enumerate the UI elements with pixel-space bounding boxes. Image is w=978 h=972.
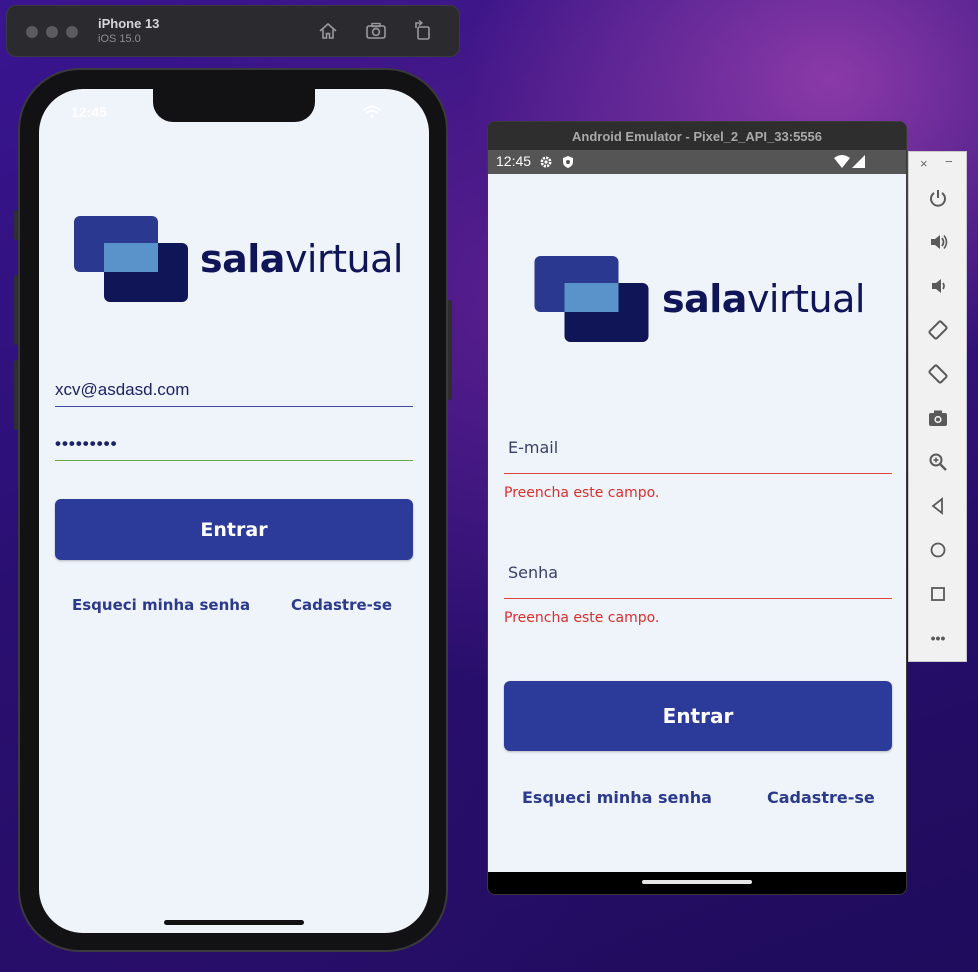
panel-close-button[interactable]: × <box>920 156 928 171</box>
simulator-toolbar: iPhone 13 iOS 15.0 <box>6 5 460 57</box>
home-icon[interactable] <box>317 20 339 42</box>
login-button[interactable]: Entrar <box>55 499 413 560</box>
zoom-window-button[interactable] <box>66 26 78 38</box>
login-button[interactable]: Entrar <box>504 681 892 751</box>
close-window-button[interactable] <box>26 26 38 38</box>
password-error-text: Preencha este campo. <box>504 610 660 626</box>
android-screen: salavirtual E-mail Preencha este campo. … <box>488 174 906 872</box>
emulator-title: Android Emulator - Pixel_2_API_33:5556 <box>488 122 906 150</box>
home-indicator[interactable] <box>164 920 304 925</box>
email-field[interactable]: E-mail <box>508 438 558 457</box>
signal-icon <box>852 155 865 168</box>
power-side-button <box>448 300 452 400</box>
wifi-icon <box>363 105 381 119</box>
logo-text-light: virtual <box>746 277 866 321</box>
simulator-device-name: iPhone 13 <box>98 16 160 31</box>
email-field[interactable]: xcv@asdasd.com <box>55 380 413 407</box>
overview-icon[interactable] <box>926 582 950 606</box>
password-field[interactable]: Senha <box>508 563 558 582</box>
logo-text-light: virtual <box>284 237 404 281</box>
emulator-control-panel: × − ••• <box>908 151 967 662</box>
minimize-window-button[interactable] <box>46 26 58 38</box>
volume-down-side-button <box>14 360 18 430</box>
gesture-handle[interactable] <box>642 880 752 884</box>
android-wifi-icon <box>834 155 850 168</box>
sala-virtual-logo-icon <box>74 216 188 302</box>
logo-text-bold: sala <box>662 277 747 321</box>
ios-logo: salavirtual <box>74 216 403 302</box>
password-field[interactable]: ••••••••• <box>55 434 413 461</box>
zoom-icon[interactable] <box>926 450 950 474</box>
power-icon[interactable] <box>926 186 950 210</box>
android-status-time: 12:45 <box>496 153 532 169</box>
home-icon[interactable] <box>926 538 950 562</box>
forgot-password-link[interactable]: Esqueci minha senha <box>72 596 250 614</box>
volume-up-side-button <box>14 275 18 345</box>
signup-link[interactable]: Cadastre-se <box>767 788 875 807</box>
android-emulator-window: Android Emulator - Pixel_2_API_33:5556 1… <box>487 121 907 895</box>
rotate-left-icon[interactable] <box>926 318 950 342</box>
email-error-text: Preencha este campo. <box>504 485 660 501</box>
rotate-icon[interactable] <box>412 20 434 42</box>
logo-text: salavirtual <box>200 237 403 281</box>
settings-icon <box>540 156 552 168</box>
screenshot-icon[interactable] <box>365 20 387 42</box>
volume-down-icon[interactable] <box>926 274 950 298</box>
android-logo: salavirtual <box>534 256 865 342</box>
sala-virtual-logo-icon <box>534 256 649 342</box>
password-field-underline <box>504 598 892 599</box>
logo-text: salavirtual <box>662 277 865 321</box>
more-icon[interactable]: ••• <box>926 626 950 650</box>
forgot-password-link[interactable]: Esqueci minha senha <box>522 788 712 807</box>
iphone-frame: 12:45 salavirtual xcv@asdasd.com •••••••… <box>14 68 452 952</box>
volume-up-icon[interactable] <box>926 230 950 254</box>
signup-link[interactable]: Cadastre-se <box>291 596 392 614</box>
rotate-right-icon[interactable] <box>926 362 950 386</box>
email-field-underline <box>504 473 892 474</box>
camera-icon[interactable] <box>926 406 950 430</box>
android-nav-bar <box>488 872 906 894</box>
logo-text-bold: sala <box>200 237 285 281</box>
ios-status-time: 12:45 <box>71 104 107 120</box>
silent-switch <box>14 210 18 240</box>
panel-minimize-button[interactable]: − <box>945 154 953 169</box>
notch <box>153 89 315 122</box>
simulator-os-version: iOS 15.0 <box>98 33 141 45</box>
back-icon[interactable] <box>926 494 950 518</box>
shield-icon <box>563 156 573 168</box>
ios-screen: 12:45 salavirtual xcv@asdasd.com •••••••… <box>39 89 429 933</box>
android-status-bar: 12:45 <box>488 150 906 174</box>
